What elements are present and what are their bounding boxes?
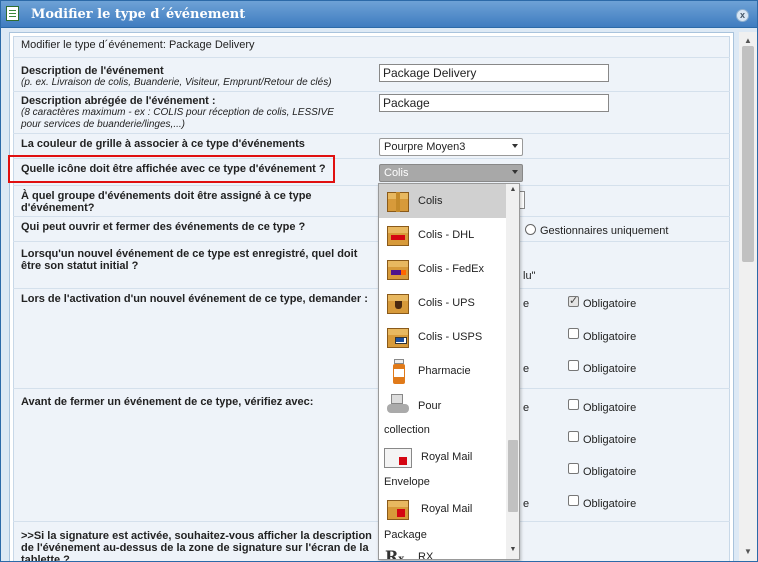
obligatoire-checkbox[interactable] [568,360,579,371]
managers-only-radio[interactable] [525,224,536,235]
obligatoire-label: Obligatoire [583,434,637,446]
obligatoire-checkbox[interactable] [568,463,579,474]
obligatoire-label: Obligatoire [583,402,637,414]
description-hint: (p. ex. Livraison de colis, Buanderie, V… [21,77,332,88]
short-description-hint-2: pour services de buanderie/linges,...) [21,119,185,130]
pharmacy-bottle-icon [385,357,413,385]
dropdown-scrollbar[interactable]: ▲ ▼ [506,184,519,559]
obligatoire-checkbox[interactable] [568,431,579,442]
icon-select[interactable]: Colis [379,164,523,182]
initial-status-label-2: être son statut initial ? [21,260,139,272]
managers-only-label: Gestionnaires uniquement [540,225,669,237]
form-icon [6,6,19,21]
grid-color-select[interactable]: Pourpre Moyen3 [379,138,523,156]
dropdown-option-pharmacie[interactable]: Pharmacie [379,354,506,388]
grid-color-value: Pourpre Moyen3 [384,141,466,153]
form-content: Modifier le type d´événement: Package De… [9,32,734,562]
chevron-down-icon [512,144,518,148]
fragment-e: e [523,363,530,375]
description-label: Description de l'événement [21,65,164,77]
royal-mail-envelope-icon [383,443,412,471]
scroll-down-icon[interactable]: ▼ [506,546,519,553]
group-label-1: À quel groupe d'événements doit être ass… [21,190,312,202]
signature-label-1: >>Si la signature est activée, souhaitez… [21,530,372,542]
option-label: Colis - DHL [418,229,475,241]
scroll-up-icon[interactable]: ▲ [506,186,519,193]
option-label: Colis - FedEx [418,263,485,275]
obligatoire-checkbox[interactable] [568,328,579,339]
dropdown-option-rx[interactable]: Rx RX [379,546,506,560]
fragment-e: e [523,298,530,310]
dropdown-option-colis-usps[interactable]: Colis - USPS [379,320,506,354]
obligatoire-label: Obligatoire [583,498,637,510]
dropdown-scroll-thumb[interactable] [508,440,518,512]
dropdown-option-pour-collection[interactable]: Pour collection [379,388,506,440]
pickup-hand-icon [385,392,413,420]
window-titlebar: Modifier le type d´événement x [1,1,757,28]
dropdown-option-colis-ups[interactable]: Colis - UPS [379,286,506,320]
option-label: Colis - USPS [418,331,483,343]
royal-mail-package-icon [385,495,413,523]
package-usps-icon [385,323,413,351]
icon-dropdown-list[interactable]: Colis Colis - DHL Colis - FedEx Colis - … [378,183,520,560]
description-input[interactable]: Package Delivery [379,64,609,82]
obligatoire-checkbox[interactable] [568,399,579,410]
package-ups-icon [385,289,413,317]
option-label: Pharmacie [418,365,471,377]
short-description-hint-1: (8 caractères maximum - ex : COLIS pour … [21,107,334,118]
dropdown-option-royal-mail-envelope[interactable]: Royal Mail Envelope [379,440,506,492]
option-label-2: Envelope [384,476,430,488]
signature-label-3: tablette ? [21,554,70,562]
highlight-box [8,155,335,183]
scroll-thumb[interactable] [742,46,754,262]
modal-window: Modifier le type d´événement x Modifier … [0,0,758,562]
obligatoire-label: Obligatoire [583,363,637,375]
option-label: Pour [418,400,442,412]
package-dhl-icon [385,221,413,249]
option-label-2: Package [384,529,427,541]
fragment-e: e [523,402,530,414]
group-label-2: d'événement? [21,202,95,214]
option-label: RX [418,551,434,560]
icon-select-value: Colis [384,167,409,179]
dropdown-option-royal-mail-package[interactable]: Royal Mail Package [379,492,506,544]
package-fedex-icon [385,255,413,283]
open-close-label: Qui peut ouvrir et fermer des événements… [21,221,306,233]
obligatoire-checkbox[interactable] [568,294,579,307]
initial-status-label-1: Lorsqu'un nouvel événement de ce type es… [21,248,358,260]
dropdown-option-colis[interactable]: Colis [379,184,506,218]
option-label: Colis - UPS [418,297,475,309]
option-label: Royal Mail [421,451,473,463]
package-icon [385,187,413,215]
dropdown-option-colis-dhl[interactable]: Colis - DHL [379,218,506,252]
obligatoire-label: Obligatoire [583,466,637,478]
form-header: Modifier le type d´événement: Package De… [21,39,255,51]
short-description-input[interactable]: Package [379,94,609,112]
grid-color-label: La couleur de grille à associer à ce typ… [21,138,305,150]
rx-icon: Rx [385,547,405,560]
obligatoire-checkbox[interactable] [568,495,579,506]
scroll-down-icon[interactable]: ▼ [739,545,757,559]
chevron-down-icon [512,170,518,174]
option-label-2: collection [384,424,430,436]
signature-label-2: de l'événement au-dessus de la zone de s… [21,542,369,554]
close-icon[interactable]: x [736,9,749,22]
option-label: Colis [418,195,443,207]
obligatoire-label: Obligatoire [583,331,637,343]
initial-status-fragment: lu" [523,270,536,282]
option-label: Royal Mail [421,503,473,515]
on-activation-label: Lors de l'activation d'un nouvel événeme… [21,293,368,305]
window-title: Modifier le type d´événement [31,7,246,22]
fragment-e: e [523,498,530,510]
obligatoire-label: Obligatoire [583,298,637,310]
before-close-label: Avant de fermer un événement de ce type,… [21,396,314,408]
page-scrollbar[interactable]: ▲ ▼ [739,32,757,561]
dropdown-option-colis-fedex[interactable]: Colis - FedEx [379,252,506,286]
short-description-label: Description abrégée de l'événement : [21,95,216,107]
